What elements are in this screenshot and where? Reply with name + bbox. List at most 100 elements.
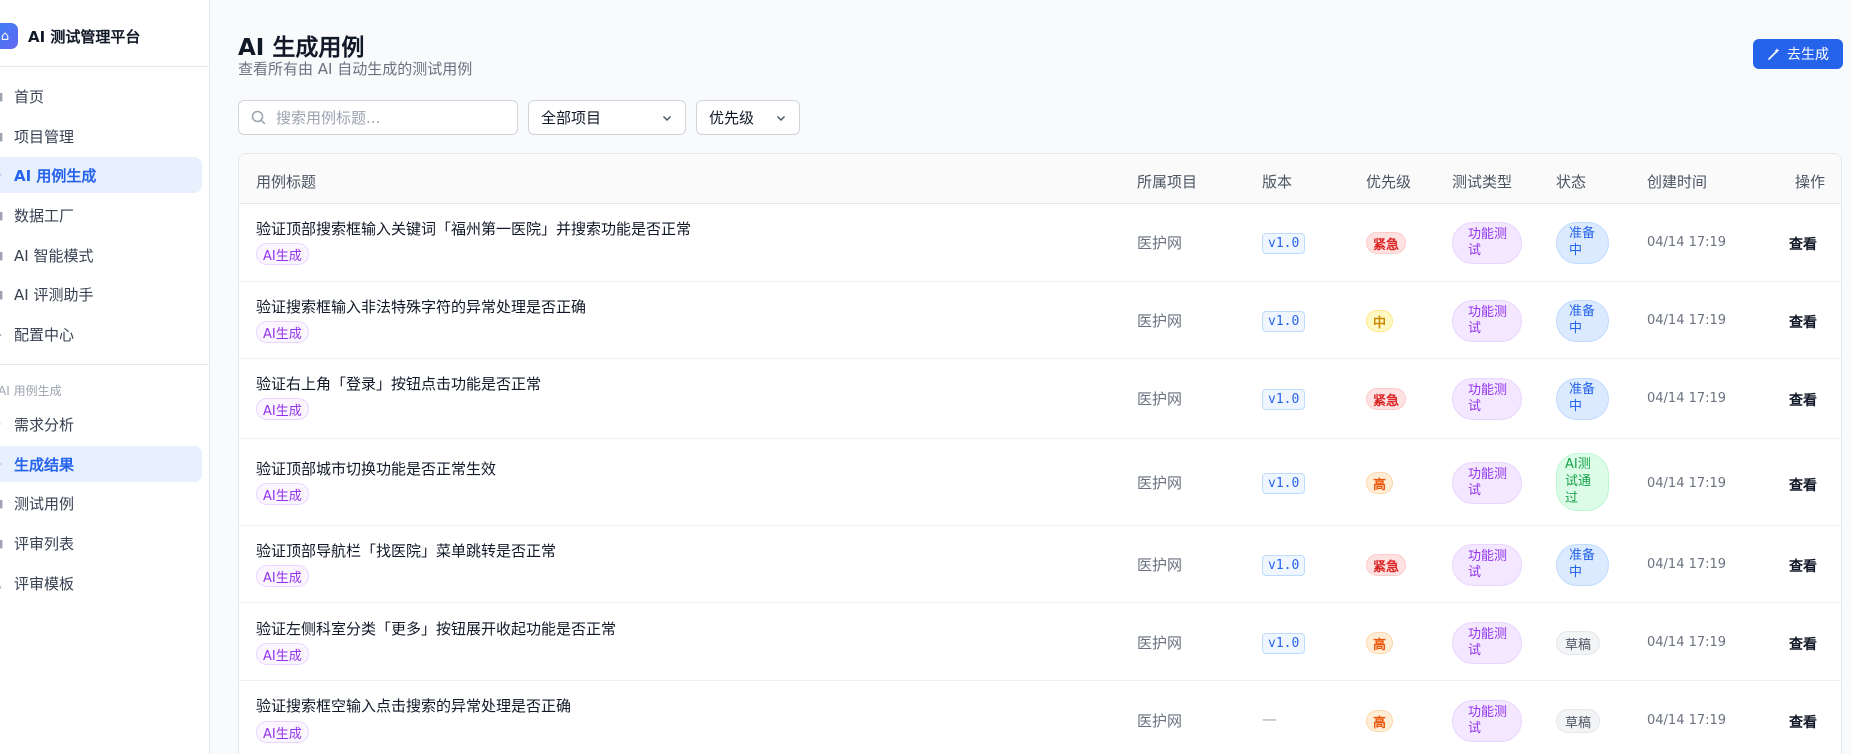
created-time: 04/14 17:19 <box>1647 391 1727 406</box>
priority-badge: 紧急 <box>1366 554 1407 576</box>
sidebar-item-label: 需求分析 <box>14 415 75 434</box>
table-row[interactable]: 验证搜索框输入非法特殊字符的异常处理是否正确 AI生成 医护网 v1.0 中 功… <box>239 282 1841 359</box>
test-type-line: 试 <box>1468 565 1482 580</box>
project-name: 医护网 <box>1137 634 1183 652</box>
sidebar-item-label: 项目管理 <box>14 127 75 146</box>
test-type-badge: 功能测试 <box>1452 222 1522 264</box>
table-header: 用例标题 所属项目 版本 优先级 测试类型 状态 创建时间 操作 <box>239 154 1841 204</box>
ai-tag: AI生成 <box>256 721 309 743</box>
project-select[interactable]: 全部项目 <box>528 100 686 135</box>
project-select-value: 全部项目 <box>541 109 602 127</box>
brain-icon: ■ <box>0 249 14 262</box>
project-name: 医护网 <box>1137 234 1183 252</box>
search-input[interactable] <box>276 108 496 127</box>
sidebar-item-ai-case-gen[interactable]: ✦ AI 用例生成 <box>0 157 202 193</box>
view-link[interactable]: 查看 <box>1789 390 1817 410</box>
priority-badge: 高 <box>1366 710 1394 732</box>
status-badge: AI测 试通过 <box>1556 453 1609 511</box>
test-type-line: 功能测 <box>1468 705 1508 720</box>
view-link[interactable]: 查看 <box>1789 556 1817 576</box>
sidebar-item-projects[interactable]: ■ 项目管理 <box>0 118 202 154</box>
priority-select-value: 优先级 <box>709 109 755 127</box>
table-row[interactable]: 验证搜索框空输入点击搜索的异常处理是否正确 AI生成 医护网 — 高 功能测试 … <box>239 681 1841 754</box>
column-header-created: 创建时间 <box>1647 173 1708 191</box>
sidebar-item-label: AI 评测助手 <box>14 285 94 304</box>
test-type-line: 试 <box>1468 399 1482 414</box>
status-badge: 准备中 <box>1556 378 1609 420</box>
case-title: 验证顶部导航栏「找医院」菜单跳转是否正常 <box>256 542 557 560</box>
view-link[interactable]: 查看 <box>1789 712 1817 732</box>
search-icon <box>251 110 266 125</box>
sidebar-item-label: 测试用例 <box>14 494 75 513</box>
column-header-version: 版本 <box>1262 173 1293 191</box>
test-type-line: 功能测 <box>1468 467 1508 482</box>
sidebar-item-review-list[interactable]: ■ 评审列表 <box>0 525 202 561</box>
status-line: 中 <box>1569 565 1583 580</box>
sidebar-item-label: 生成结果 <box>14 455 75 474</box>
sidebar-item-data-factory[interactable]: ■ 数据工厂 <box>0 197 202 233</box>
column-header-project: 所属项目 <box>1137 173 1198 191</box>
case-title: 验证搜索框输入非法特殊字符的异常处理是否正确 <box>256 298 587 316</box>
sidebar-item-test-cases[interactable]: ■ 测试用例 <box>0 485 202 521</box>
version-empty: — <box>1262 710 1277 728</box>
view-link[interactable]: 查看 <box>1789 634 1817 654</box>
table-row[interactable]: 验证顶部导航栏「找医院」菜单跳转是否正常 AI生成 医护网 v1.0 紧急 功能… <box>239 526 1841 603</box>
sidebar-item-label: 配置中心 <box>14 325 75 344</box>
ai-tag: AI生成 <box>256 321 309 343</box>
status-line: 中 <box>1569 243 1583 258</box>
robot-icon: ⌂ <box>0 23 18 49</box>
chevron-down-icon <box>776 115 786 121</box>
sidebar-item-label: AI 用例生成 <box>14 166 97 185</box>
sidebar-item-ai-smart-mode[interactable]: ■ AI 智能模式 <box>0 237 202 273</box>
sidebar-item-label: 首页 <box>14 87 45 106</box>
test-type-line: 功能测 <box>1468 305 1508 320</box>
search-field[interactable] <box>238 100 518 135</box>
table-row[interactable]: 验证顶部搜索框输入关键词「福州第一医院」并搜索功能是否正常 AI生成 医护网 v… <box>239 204 1841 282</box>
generate-button[interactable]: 去生成 <box>1753 39 1843 69</box>
test-type-line: 功能测 <box>1468 383 1508 398</box>
table-row[interactable]: 验证左侧科室分类「更多」按钮展开收起功能是否正常 AI生成 医护网 v1.0 高… <box>239 603 1841 681</box>
created-time: 04/14 17:19 <box>1647 313 1727 328</box>
sparkle-icon: ✦ <box>0 169 14 182</box>
sidebar-section-label: AI 用例生成 <box>0 384 62 398</box>
magic-wand-icon <box>1768 48 1780 60</box>
view-link[interactable]: 查看 <box>1789 475 1817 495</box>
status-line: 准备 <box>1569 382 1596 397</box>
test-type-line: 功能测 <box>1468 627 1508 642</box>
version-badge: v1.0 <box>1262 473 1306 494</box>
created-time: 04/14 17:19 <box>1647 235 1727 250</box>
test-type-badge: 功能测试 <box>1452 700 1522 742</box>
column-header-title: 用例标题 <box>256 173 317 191</box>
status-line: AI测 <box>1565 457 1591 472</box>
table-row[interactable]: 验证顶部城市切换功能是否正常生效 AI生成 医护网 v1.0 高 功能测试 AI… <box>239 439 1841 526</box>
column-header-test-type: 测试类型 <box>1452 173 1513 191</box>
version-badge: v1.0 <box>1262 633 1306 654</box>
cases-table: 用例标题 所属项目 版本 优先级 测试类型 状态 创建时间 操作 验证顶部搜索框… <box>238 153 1842 754</box>
view-link[interactable]: 查看 <box>1789 234 1817 254</box>
project-name: 医护网 <box>1137 390 1183 408</box>
sidebar-item-label: 评审列表 <box>14 534 75 553</box>
sidebar-item-config[interactable]: ◆ 配置中心 <box>0 316 202 352</box>
ai-tag: AI生成 <box>256 243 309 265</box>
sidebar-item-requirements[interactable]: ✦ 需求分析 <box>0 406 202 442</box>
sidebar-item-review-templates[interactable]: ▲ 评审模板 <box>0 565 202 601</box>
app-title: AI 测试管理平台 <box>28 27 141 46</box>
sidebar-item-label: 数据工厂 <box>14 206 75 225</box>
ai-tag: AI生成 <box>256 483 309 505</box>
review-icon: ■ <box>0 537 14 550</box>
ai-tag: AI生成 <box>256 643 309 665</box>
sidebar-item-ai-eval[interactable]: ■ AI 评测助手 <box>0 276 202 312</box>
home-icon: ■ <box>0 90 14 103</box>
status-line: 准备 <box>1569 226 1596 241</box>
test-type-line: 功能测 <box>1468 227 1508 242</box>
table-row[interactable]: 验证右上角「登录」按钮点击功能是否正常 AI生成 医护网 v1.0 紧急 功能测… <box>239 359 1841 439</box>
view-link[interactable]: 查看 <box>1789 312 1817 332</box>
sidebar-item-results[interactable]: ✦ 生成结果 <box>0 446 202 482</box>
test-type-line: 试 <box>1468 483 1482 498</box>
main-content: AI 生成用例 查看所有由 AI 自动生成的测试用例 去生成 全部项目 优先级 … <box>210 0 1852 754</box>
sidebar-item-home[interactable]: ■ 首页 <box>0 78 202 114</box>
created-time: 04/14 17:19 <box>1647 557 1727 572</box>
ai-tag: AI生成 <box>256 398 309 420</box>
priority-select[interactable]: 优先级 <box>696 100 800 135</box>
case-title: 验证顶部城市切换功能是否正常生效 <box>256 460 497 478</box>
